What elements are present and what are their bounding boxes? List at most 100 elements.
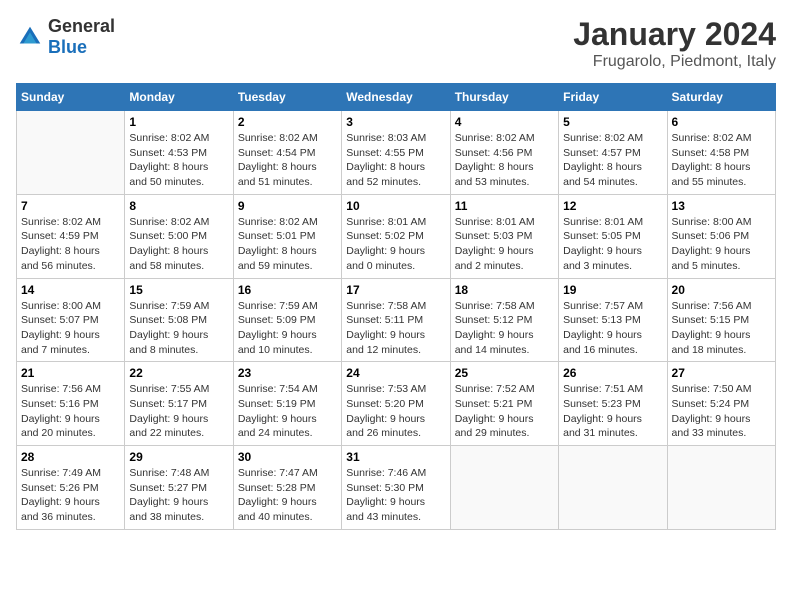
calendar-week-row: 1 Sunrise: 8:02 AMSunset: 4:53 PMDaylight… [17, 111, 776, 195]
day-number: 16 [238, 283, 337, 297]
calendar-day-cell: 16 Sunrise: 7:59 AMSunset: 5:09 PMDayligh… [233, 278, 341, 362]
day-number: 14 [21, 283, 120, 297]
day-number: 30 [238, 450, 337, 464]
title-block: January 2024 Frugarolo, Piedmont, Italy [573, 16, 776, 71]
day-info: Sunrise: 8:02 AMSunset: 4:57 PMDaylight:… [563, 131, 662, 190]
calendar-day-header: Thursday [450, 84, 558, 111]
day-number: 27 [672, 366, 771, 380]
calendar-day-cell: 25 Sunrise: 7:52 AMSunset: 5:21 PMDayligh… [450, 362, 558, 446]
day-info: Sunrise: 7:50 AMSunset: 5:24 PMDaylight:… [672, 382, 771, 441]
day-number: 2 [238, 115, 337, 129]
calendar-week-row: 14 Sunrise: 8:00 AMSunset: 5:07 PMDayligh… [17, 278, 776, 362]
day-info: Sunrise: 7:56 AMSunset: 5:16 PMDaylight:… [21, 382, 120, 441]
calendar-day-cell: 26Sunrise: 7:51 AMSunset: 5:23 PMDayligh… [559, 362, 667, 446]
day-info: Sunrise: 7:59 AMSunset: 5:08 PMDaylight:… [129, 299, 228, 358]
day-number: 29 [129, 450, 228, 464]
day-number: 12 [563, 199, 662, 213]
calendar-day-cell [667, 446, 775, 530]
day-info: Sunrise: 8:02 AMSunset: 4:56 PMDaylight:… [455, 131, 554, 190]
day-number: 3 [346, 115, 445, 129]
calendar-day-cell: 13 Sunrise: 8:00 AMSunset: 5:06 PMDayligh… [667, 194, 775, 278]
calendar-day-cell: 14 Sunrise: 8:00 AMSunset: 5:07 PMDayligh… [17, 278, 125, 362]
day-info: Sunrise: 8:02 AMSunset: 4:53 PMDaylight:… [129, 131, 228, 190]
day-info: Sunrise: 7:49 AMSunset: 5:26 PMDaylight:… [21, 466, 120, 525]
calendar-day-cell: 22 Sunrise: 7:55 AMSunset: 5:17 PMDayligh… [125, 362, 233, 446]
calendar-day-cell: 27 Sunrise: 7:50 AMSunset: 5:24 PMDayligh… [667, 362, 775, 446]
calendar-day-cell: 23Sunrise: 7:54 AMSunset: 5:19 PMDayligh… [233, 362, 341, 446]
day-number: 17 [346, 283, 445, 297]
calendar-week-row: 28 Sunrise: 7:49 AMSunset: 5:26 PMDayligh… [17, 446, 776, 530]
calendar-week-row: 21 Sunrise: 7:56 AMSunset: 5:16 PMDayligh… [17, 362, 776, 446]
day-number: 5 [563, 115, 662, 129]
logo-blue: Blue [48, 37, 87, 57]
day-info: Sunrise: 7:57 AMSunset: 5:13 PMDaylight:… [563, 299, 662, 358]
day-number: 6 [672, 115, 771, 129]
calendar-day-cell: 28 Sunrise: 7:49 AMSunset: 5:26 PMDayligh… [17, 446, 125, 530]
day-number: 1 [129, 115, 228, 129]
day-number: 7 [21, 199, 120, 213]
calendar-day-cell: 18Sunrise: 7:58 AMSunset: 5:12 PMDayligh… [450, 278, 558, 362]
calendar-day-cell: 17Sunrise: 7:58 AMSunset: 5:11 PMDayligh… [342, 278, 450, 362]
day-number: 24 [346, 366, 445, 380]
day-number: 18 [455, 283, 554, 297]
calendar-day-cell: 3 Sunrise: 8:03 AMSunset: 4:55 PMDaylight… [342, 111, 450, 195]
day-info: Sunrise: 7:46 AMSunset: 5:30 PMDaylight:… [346, 466, 445, 525]
calendar-day-cell [559, 446, 667, 530]
calendar-day-header: Tuesday [233, 84, 341, 111]
day-info: Sunrise: 7:52 AMSunset: 5:21 PMDaylight:… [455, 382, 554, 441]
day-info: Sunrise: 8:00 AMSunset: 5:06 PMDaylight:… [672, 215, 771, 274]
day-info: Sunrise: 7:55 AMSunset: 5:17 PMDaylight:… [129, 382, 228, 441]
day-number: 21 [21, 366, 120, 380]
page-header: General Blue January 2024 Frugarolo, Pie… [16, 16, 776, 71]
calendar-day-cell: 21 Sunrise: 7:56 AMSunset: 5:16 PMDayligh… [17, 362, 125, 446]
calendar-week-row: 7Sunrise: 8:02 AMSunset: 4:59 PMDaylight… [17, 194, 776, 278]
calendar-day-cell [17, 111, 125, 195]
calendar-day-header: Saturday [667, 84, 775, 111]
day-info: Sunrise: 8:03 AMSunset: 4:55 PMDaylight:… [346, 131, 445, 190]
day-info: Sunrise: 8:02 AMSunset: 4:58 PMDaylight:… [672, 131, 771, 190]
day-number: 13 [672, 199, 771, 213]
day-number: 8 [129, 199, 228, 213]
day-number: 9 [238, 199, 337, 213]
day-number: 31 [346, 450, 445, 464]
calendar-day-cell: 9 Sunrise: 8:02 AMSunset: 5:01 PMDaylight… [233, 194, 341, 278]
day-info: Sunrise: 8:02 AMSunset: 5:01 PMDaylight:… [238, 215, 337, 274]
calendar-day-cell: 5 Sunrise: 8:02 AMSunset: 4:57 PMDaylight… [559, 111, 667, 195]
logo-general: General [48, 16, 115, 36]
calendar-subtitle: Frugarolo, Piedmont, Italy [573, 53, 776, 71]
calendar-day-cell: 2Sunrise: 8:02 AMSunset: 4:54 PMDaylight… [233, 111, 341, 195]
calendar-day-cell: 10Sunrise: 8:01 AMSunset: 5:02 PMDayligh… [342, 194, 450, 278]
day-number: 20 [672, 283, 771, 297]
day-info: Sunrise: 8:02 AMSunset: 5:00 PMDaylight:… [129, 215, 228, 274]
day-number: 15 [129, 283, 228, 297]
day-number: 26 [563, 366, 662, 380]
day-info: Sunrise: 7:54 AMSunset: 5:19 PMDaylight:… [238, 382, 337, 441]
calendar-day-header: Wednesday [342, 84, 450, 111]
calendar-day-cell [450, 446, 558, 530]
calendar-table: SundayMondayTuesdayWednesdayThursdayFrid… [16, 83, 776, 530]
calendar-day-cell: 4Sunrise: 8:02 AMSunset: 4:56 PMDaylight… [450, 111, 558, 195]
calendar-day-cell: 31 Sunrise: 7:46 AMSunset: 5:30 PMDayligh… [342, 446, 450, 530]
day-info: Sunrise: 8:00 AMSunset: 5:07 PMDaylight:… [21, 299, 120, 358]
day-info: Sunrise: 8:01 AMSunset: 5:03 PMDaylight:… [455, 215, 554, 274]
calendar-title: January 2024 [573, 16, 776, 53]
calendar-day-header: Monday [125, 84, 233, 111]
day-info: Sunrise: 7:53 AMSunset: 5:20 PMDaylight:… [346, 382, 445, 441]
calendar-day-cell: 12 Sunrise: 8:01 AMSunset: 5:05 PMDayligh… [559, 194, 667, 278]
day-info: Sunrise: 7:59 AMSunset: 5:09 PMDaylight:… [238, 299, 337, 358]
day-info: Sunrise: 8:01 AMSunset: 5:05 PMDaylight:… [563, 215, 662, 274]
logo: General Blue [16, 16, 115, 58]
calendar-day-header: Friday [559, 84, 667, 111]
day-info: Sunrise: 7:48 AMSunset: 5:27 PMDaylight:… [129, 466, 228, 525]
calendar-day-cell: 29 Sunrise: 7:48 AMSunset: 5:27 PMDayligh… [125, 446, 233, 530]
day-number: 25 [455, 366, 554, 380]
calendar-day-cell: 24 Sunrise: 7:53 AMSunset: 5:20 PMDayligh… [342, 362, 450, 446]
calendar-day-cell: 6 Sunrise: 8:02 AMSunset: 4:58 PMDaylight… [667, 111, 775, 195]
calendar-day-cell: 8 Sunrise: 8:02 AMSunset: 5:00 PMDaylight… [125, 194, 233, 278]
calendar-header-row: SundayMondayTuesdayWednesdayThursdayFrid… [17, 84, 776, 111]
day-info: Sunrise: 7:56 AMSunset: 5:15 PMDaylight:… [672, 299, 771, 358]
calendar-day-cell: 7Sunrise: 8:02 AMSunset: 4:59 PMDaylight… [17, 194, 125, 278]
day-number: 28 [21, 450, 120, 464]
calendar-day-cell: 11Sunrise: 8:01 AMSunset: 5:03 PMDayligh… [450, 194, 558, 278]
day-number: 22 [129, 366, 228, 380]
